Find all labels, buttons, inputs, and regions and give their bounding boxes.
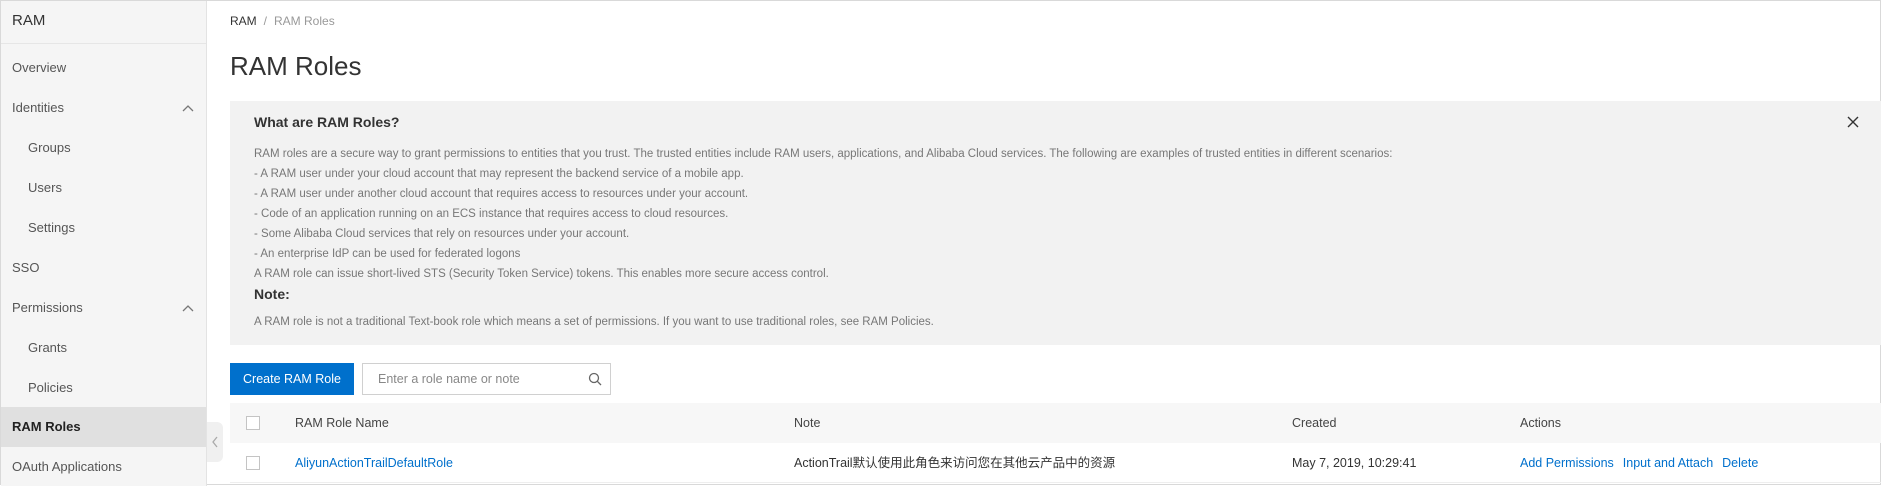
search-input[interactable] <box>363 364 583 394</box>
breadcrumb-separator: / <box>263 14 268 28</box>
sidebar-item-label: Overview <box>12 60 67 75</box>
info-line: - An enterprise IdP can be used for fede… <box>254 248 521 260</box>
sidebar-item-label: OAuth Applications <box>12 459 122 474</box>
select-all-checkbox[interactable] <box>246 416 260 430</box>
sidebar-item-permissions[interactable]: Permissions <box>1 288 206 328</box>
column-header-note: Note <box>794 416 821 430</box>
table-header: RAM Role Name Note Created Actions <box>230 403 1881 443</box>
breadcrumb-current: RAM Roles <box>274 14 335 28</box>
sidebar-item-sso[interactable]: SSO <box>1 248 206 288</box>
sidebar-item-grants[interactable]: Grants <box>1 328 206 368</box>
search-box <box>362 363 611 395</box>
search-icon[interactable] <box>588 372 602 386</box>
close-icon[interactable] <box>1842 111 1864 133</box>
sidebar-item-label: Settings <box>28 220 75 235</box>
column-header-name[interactable]: RAM Role Name <box>295 403 389 443</box>
create-ram-role-button[interactable]: Create RAM Role <box>230 363 354 395</box>
breadcrumb-root[interactable]: RAM <box>230 14 257 28</box>
info-note-text: A RAM role is not a traditional Text-boo… <box>254 316 934 328</box>
sidebar-title: RAM <box>1 1 206 44</box>
table-row: AliyunActionTrailDefaultRole ActionTrail… <box>230 443 1881 483</box>
column-header-actions: Actions <box>1520 416 1561 430</box>
sidebar-item-oauth-applications[interactable]: OAuth Applications <box>1 447 206 487</box>
role-created: May 7, 2019, 10:29:41 <box>1292 456 1417 470</box>
info-note-title: Note: <box>254 286 290 302</box>
sidebar: RAM Overview Identities Groups Users Set… <box>1 1 207 486</box>
info-line: - Code of an application running on an E… <box>254 208 729 220</box>
chevron-left-icon <box>212 436 218 448</box>
input-and-attach-link[interactable]: Input and Attach <box>1623 456 1713 470</box>
breadcrumb: RAM / RAM Roles <box>230 14 335 28</box>
info-title: What are RAM Roles? <box>254 114 400 130</box>
app-frame: RAM Overview Identities Groups Users Set… <box>0 0 1881 486</box>
row-actions: Add Permissions Input and Attach Delete <box>1520 443 1767 483</box>
sidebar-collapse-button[interactable] <box>207 422 223 462</box>
delete-link[interactable]: Delete <box>1722 456 1758 470</box>
sidebar-item-groups[interactable]: Groups <box>1 128 206 168</box>
sidebar-item-overview[interactable]: Overview <box>1 48 206 88</box>
row-checkbox[interactable] <box>246 456 260 470</box>
sidebar-item-settings[interactable]: Settings <box>1 208 206 248</box>
role-name-link[interactable]: AliyunActionTrailDefaultRole <box>295 443 453 483</box>
sidebar-item-label: Policies <box>28 380 73 395</box>
sidebar-item-identities[interactable]: Identities <box>1 88 206 128</box>
sidebar-item-label: Grants <box>28 340 68 355</box>
sidebar-item-label: Users <box>28 180 62 195</box>
chevron-up-icon[interactable] <box>180 288 196 328</box>
main-content: RAM / RAM Roles RAM Roles What are RAM Rol… <box>230 1 1881 486</box>
sidebar-item-label: Groups <box>28 140 71 155</box>
sidebar-item-policies[interactable]: Policies <box>1 368 206 408</box>
info-line: - Some Alibaba Cloud services that rely … <box>254 228 630 240</box>
info-line: - A RAM user under your cloud account th… <box>254 168 744 180</box>
info-line: - A RAM user under another cloud account… <box>254 188 749 200</box>
info-panel: What are RAM Roles? RAM roles are a secu… <box>230 101 1881 345</box>
sidebar-item-label: Identities <box>12 100 65 115</box>
page-title: RAM Roles <box>230 51 362 81</box>
add-permissions-link[interactable]: Add Permissions <box>1520 456 1614 470</box>
sidebar-item-ram-roles[interactable]: RAM Roles <box>1 407 206 447</box>
column-header-created[interactable]: Created <box>1292 403 1336 443</box>
chevron-up-icon[interactable] <box>180 88 196 128</box>
sidebar-item-label: Permissions <box>12 300 83 315</box>
sidebar-item-label: SSO <box>12 260 40 275</box>
sidebar-item-users[interactable]: Users <box>1 168 206 208</box>
info-line: A RAM role can issue short-lived STS (Se… <box>254 268 829 280</box>
role-note: ActionTrail默认使用此角色来访问您在其他云产品中的资源 <box>794 456 1116 470</box>
sidebar-item-label: RAM Roles <box>12 419 81 434</box>
info-line: RAM roles are a secure way to grant perm… <box>254 148 1393 160</box>
